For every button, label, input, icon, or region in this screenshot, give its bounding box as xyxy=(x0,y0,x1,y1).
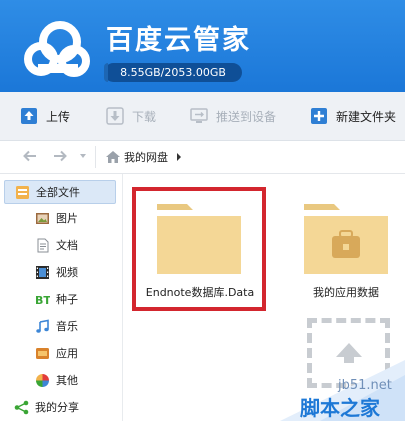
app-icon xyxy=(36,347,49,359)
sidebar-item-label: 图片 xyxy=(56,212,78,225)
watermark-text: 脚本之家 xyxy=(300,396,380,420)
new-folder-label: 新建文件夹 xyxy=(336,109,397,124)
document-icon xyxy=(37,238,49,252)
sidebar-item-apps[interactable]: 应用 xyxy=(35,342,78,364)
breadcrumb[interactable]: 我的网盘 xyxy=(106,149,182,165)
app-header: 百度云管家 8.55GB/2053.00GB xyxy=(0,0,405,92)
breadcrumb-caret-icon[interactable] xyxy=(176,153,182,161)
watermark-site: jb51.net xyxy=(338,378,392,393)
svg-text:BT: BT xyxy=(35,294,50,307)
new-folder-icon xyxy=(311,108,327,124)
sidebar-item-pictures[interactable]: 图片 xyxy=(35,207,78,229)
sidebar-item-my-shares[interactable]: 我的分享 xyxy=(14,396,79,418)
upload-icon xyxy=(21,108,37,124)
picture-icon xyxy=(36,212,49,224)
download-button[interactable]: 下载 xyxy=(106,106,156,126)
back-arrow-icon[interactable] xyxy=(22,148,38,164)
other-icon xyxy=(36,373,49,387)
download-icon xyxy=(106,107,124,125)
music-icon xyxy=(36,319,49,333)
nav-separator xyxy=(95,146,96,168)
upload-button[interactable]: 上传 xyxy=(20,106,70,126)
home-icon xyxy=(106,151,120,163)
folder-name-app-data[interactable]: 我的应用数据 xyxy=(296,284,396,300)
sidebar-item-documents[interactable]: 文档 xyxy=(35,234,78,256)
sidebar-item-label: 全部文件 xyxy=(36,186,80,199)
app-data-folder-icon[interactable] xyxy=(300,198,392,278)
sidebar-item-label: 我的分享 xyxy=(35,401,79,414)
sidebar-item-music[interactable]: 音乐 xyxy=(35,315,78,337)
sidebar-item-label: 应用 xyxy=(56,347,78,360)
push-device-icon xyxy=(190,108,208,123)
sidebar-item-label: 其他 xyxy=(56,374,78,387)
storage-usage-bar: 8.55GB/2053.00GB xyxy=(104,63,242,82)
folder-name-endnote[interactable]: Endnote数据库.Data xyxy=(138,284,262,300)
app-title: 百度云管家 xyxy=(106,25,251,56)
push-to-device-button[interactable]: 推送到设备 xyxy=(190,106,276,126)
sidebar-item-label: 文档 xyxy=(56,239,78,252)
history-dropdown-icon[interactable] xyxy=(78,148,88,164)
storage-usage-text: 8.55GB/2053.00GB xyxy=(120,66,226,79)
baidu-cloud-logo-icon xyxy=(24,21,90,77)
push-to-device-label: 推送到设备 xyxy=(216,109,277,124)
upload-label: 上传 xyxy=(46,109,71,124)
sidebar-item-label: 音乐 xyxy=(56,320,78,333)
sidebar-item-videos[interactable]: 视频 xyxy=(35,261,78,283)
video-icon xyxy=(36,265,49,279)
sidebar-item-all-files[interactable]: 全部文件 xyxy=(4,180,116,204)
download-label: 下载 xyxy=(132,109,157,124)
toolbar: 上传 下载 推送到设备 新建文件夹 xyxy=(0,92,405,141)
sidebar-item-other[interactable]: 其他 xyxy=(35,369,78,391)
new-folder-button[interactable]: 新建文件夹 xyxy=(310,106,396,126)
navigation-bar: 我的网盘 xyxy=(0,141,405,174)
forward-arrow-icon[interactable] xyxy=(52,148,68,164)
sidebar: 全部文件 图片 文档 视频 BT 种子 音乐 应用 其他 我的分享 xyxy=(0,174,123,421)
breadcrumb-label: 我的网盘 xyxy=(124,151,168,164)
sidebar-item-label: 视频 xyxy=(56,266,78,279)
sidebar-item-torrents[interactable]: BT 种子 xyxy=(35,288,78,310)
share-icon xyxy=(14,400,29,414)
folder-icon[interactable] xyxy=(153,198,245,278)
sidebar-item-label: 种子 xyxy=(56,293,78,306)
all-files-icon xyxy=(16,185,29,199)
bt-icon: BT xyxy=(35,294,50,307)
